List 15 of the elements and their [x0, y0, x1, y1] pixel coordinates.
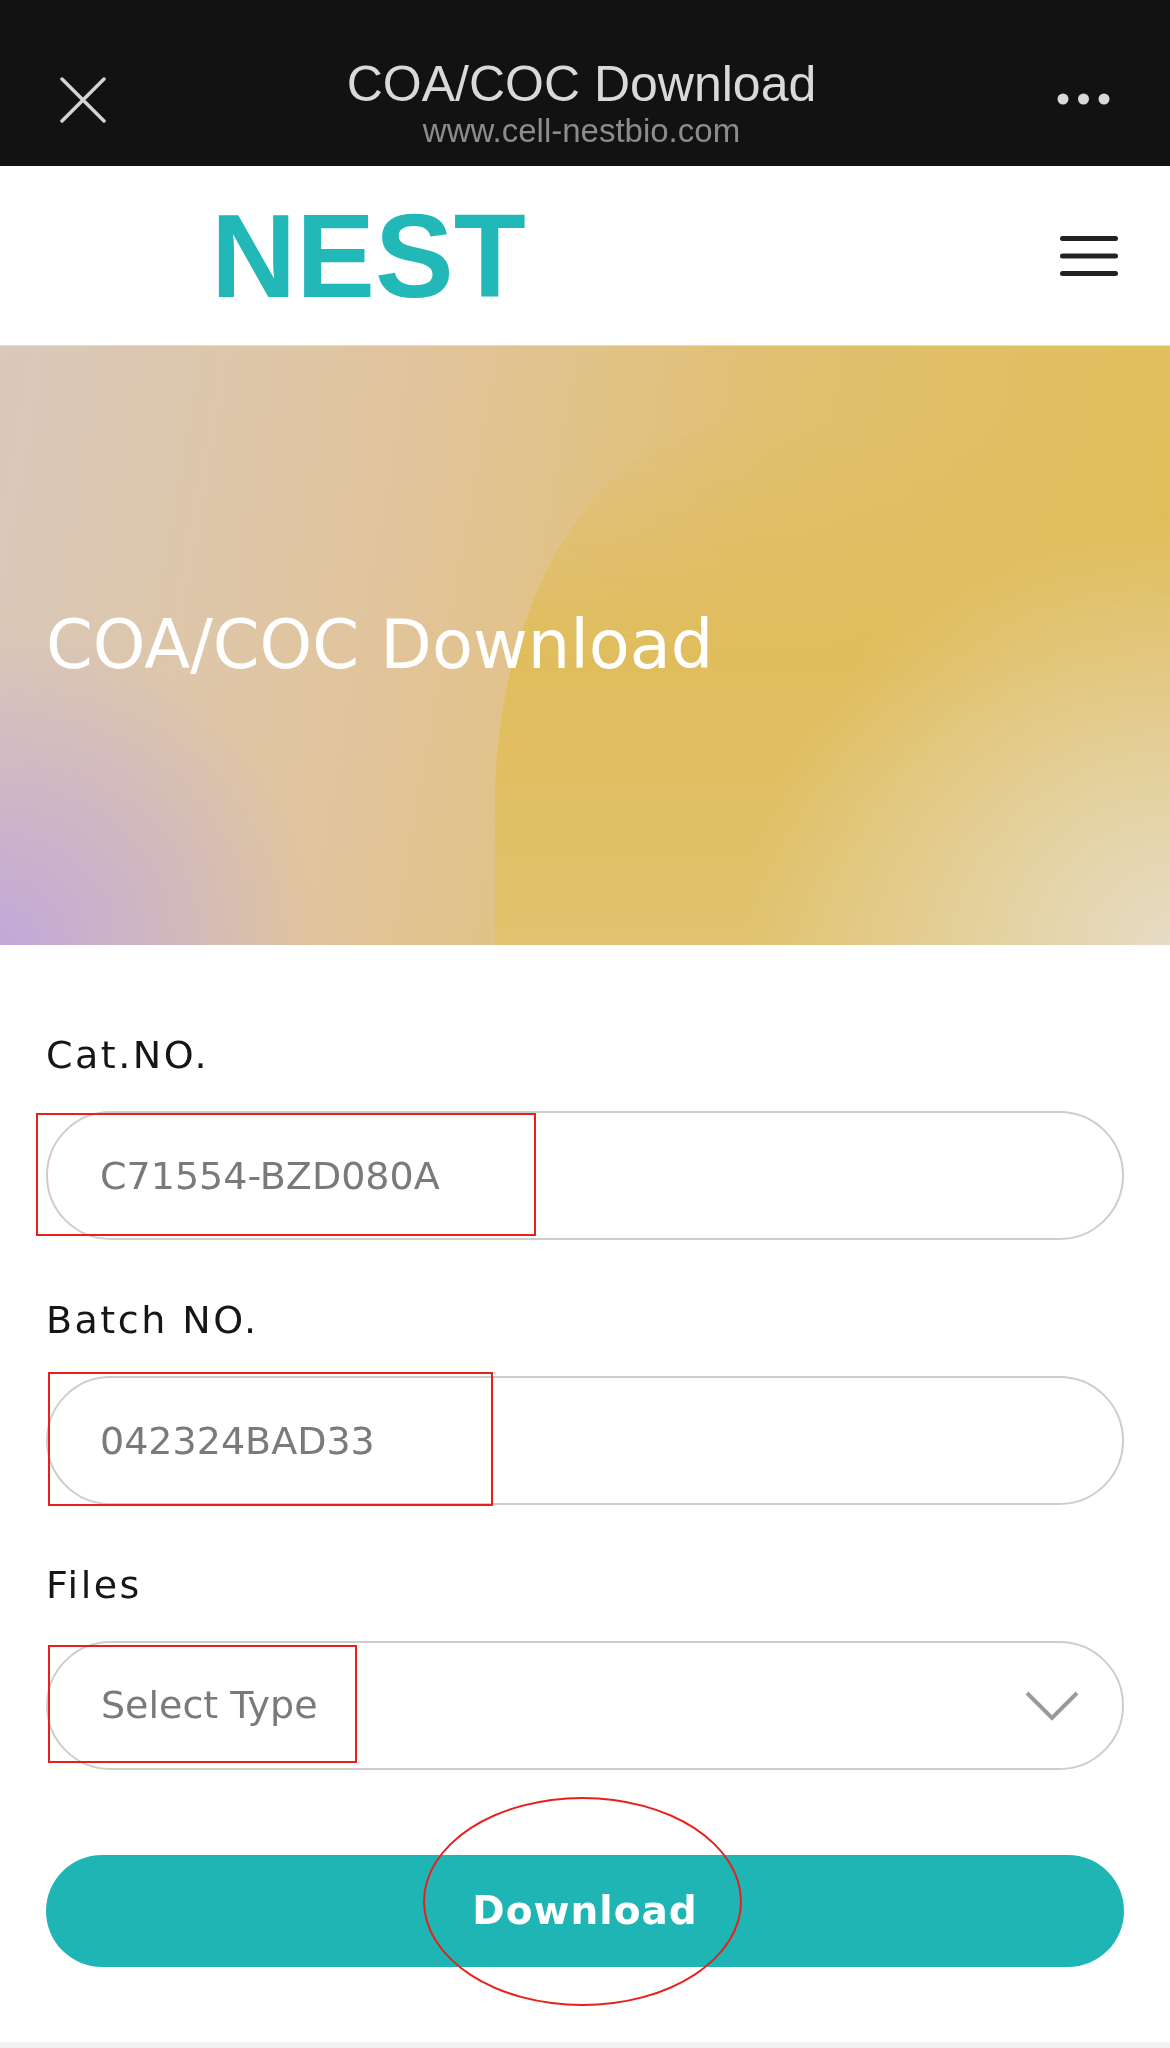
close-icon[interactable] [60, 77, 106, 123]
site-logo[interactable]: NEST [211, 196, 526, 315]
field-label: Batch NO. [46, 1297, 259, 1344]
text-field[interactable]: 042324BAD33 [46, 1376, 1124, 1505]
field-label: Cat.NO. [46, 1032, 210, 1079]
more-icon[interactable] [1057, 93, 1110, 105]
page-title: COA/COC Download [46, 612, 714, 679]
text-field[interactable]: C71554-BZD080A [46, 1111, 1124, 1240]
field-label: Files [46, 1562, 142, 1609]
menu-icon[interactable] [1060, 235, 1118, 276]
download-button[interactable]: Download [46, 1855, 1124, 1967]
window-title: COA/COC Download [346, 59, 817, 109]
select-field[interactable]: Select Type [46, 1641, 1124, 1770]
page-url: www.cell-nestbio.com [422, 114, 741, 147]
chevron-down-icon [1025, 1690, 1079, 1721]
